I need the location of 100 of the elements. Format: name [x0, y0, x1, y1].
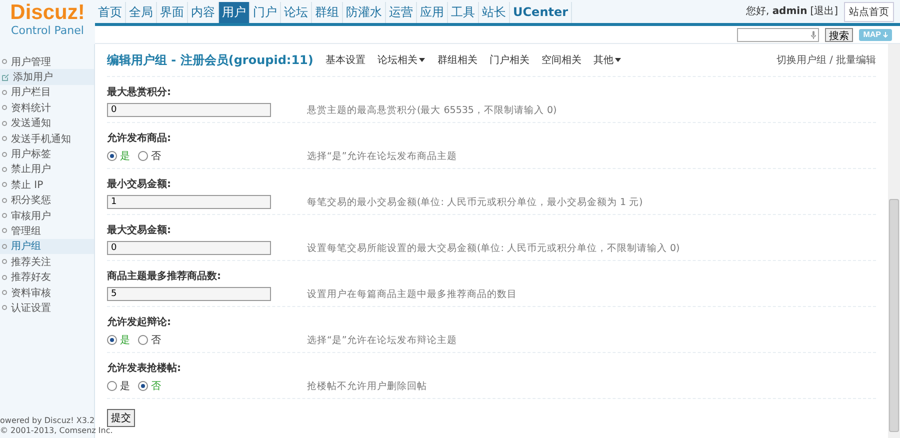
sidebar-item[interactable]: 用户栏目: [0, 84, 94, 100]
sidebar-item[interactable]: 资料审核: [0, 284, 94, 300]
greeting-text: 您好, admin: [746, 5, 808, 18]
bullet-icon: [2, 198, 7, 203]
section-tab[interactable]: 基本设置: [325, 53, 366, 67]
radio-option[interactable]: 否: [138, 333, 161, 347]
bullet-icon: [2, 120, 7, 126]
radio-button[interactable]: [107, 151, 117, 161]
setting-hint: 选择“是”允许在论坛发布辩论主题: [307, 334, 458, 346]
page-title: 编辑用户组 - 注册会员(groupid:11): [107, 52, 314, 68]
submit-button[interactable]: 提交: [107, 409, 135, 427]
microphone-icon: [811, 30, 816, 38]
bullet-icon: [2, 166, 7, 172]
setting-hint: 设置用户在每篇商品主题中最多推荐商品的数目: [307, 288, 518, 300]
radio-label: 是: [120, 380, 130, 393]
sidebar-item[interactable]: 认证设置: [0, 300, 94, 316]
sidebar-item[interactable]: 资料统计: [0, 100, 94, 116]
nav-tab[interactable]: 工具: [448, 2, 479, 23]
sidebar-item[interactable]: 审核用户: [0, 208, 94, 224]
sidebar-item[interactable]: 推荐关注: [0, 254, 94, 270]
bullet-icon: [2, 213, 7, 218]
section-tab[interactable]: 门户相关: [489, 53, 530, 67]
setting-label: 允许发表抢楼帖:: [107, 362, 182, 376]
nav-tab[interactable]: 论坛: [281, 2, 312, 23]
footer-text: © 2001-2013, Comsenz Inc.: [0, 426, 113, 436]
section-tab[interactable]: 其他: [593, 53, 622, 67]
setting-hint: 每笔交易的最小交易金额(单位: 人民币元或积分单位，最小交易金额为 1 元): [307, 196, 644, 208]
bullet-icon: [2, 274, 7, 280]
setting-label: 最小交易金额:: [107, 177, 172, 192]
nav-tab[interactable]: 防灌水: [343, 2, 386, 23]
sidebar-item[interactable]: 用户组: [0, 238, 94, 254]
radio-label: 是: [120, 334, 130, 347]
sidebar-item[interactable]: 添加用户: [0, 69, 94, 85]
radio-label: 否: [151, 380, 161, 393]
logo-subtitle: Control Panel: [11, 24, 84, 37]
text-field[interactable]: 0: [107, 103, 271, 117]
sidebar-item[interactable]: 发送手机通知: [0, 130, 94, 146]
switch-group-link[interactable]: 切换用户组 / 批量编辑: [776, 53, 876, 67]
logout-link[interactable]: [退出]: [810, 4, 838, 18]
radio-label: 否: [151, 334, 161, 347]
section-tab[interactable]: 论坛相关: [377, 53, 426, 67]
setting-label: 最大悬赏积分:: [107, 86, 172, 100]
edit-icon: [2, 74, 9, 81]
text-field[interactable]: 0: [107, 241, 271, 255]
radio-button[interactable]: [107, 335, 117, 345]
footer-text: owered by Discuz! X3.2: [0, 416, 95, 426]
bullet-icon: [2, 182, 7, 188]
bullet-icon: [2, 244, 7, 249]
search-field[interactable]: [737, 28, 820, 42]
sidebar-item[interactable]: 积分奖惩: [0, 192, 94, 208]
radio-option[interactable]: 否: [138, 149, 161, 163]
nav-tab[interactable]: 运营: [386, 2, 417, 23]
radio-option[interactable]: 是: [107, 379, 130, 393]
nav-tab[interactable]: UCenter: [510, 2, 572, 23]
sidebar-item[interactable]: 禁止用户: [0, 162, 94, 178]
section-tab[interactable]: 空间相关: [541, 53, 582, 67]
logo-title: Discuz!: [10, 2, 85, 24]
nav-tab[interactable]: 界面: [157, 2, 188, 23]
sidebar-item[interactable]: 发送通知: [0, 116, 94, 131]
sidebar-item[interactable]: 管理组: [0, 223, 94, 239]
section-tab[interactable]: 群组相关: [437, 53, 478, 67]
sidebar-item[interactable]: 用户标签: [0, 146, 94, 162]
scrollbar[interactable]: [888, 44, 900, 438]
setting-hint: 悬赏主题的最高悬赏积分(最大 65535，不限制请输入 0): [307, 104, 558, 116]
nav-tab[interactable]: 站长: [479, 2, 510, 23]
bullet-icon: [2, 105, 7, 110]
sidebar-item[interactable]: 推荐好友: [0, 269, 94, 285]
nav-tab[interactable]: 全局: [126, 2, 157, 23]
radio-button[interactable]: [138, 381, 148, 391]
caret-icon: [615, 58, 622, 62]
setting-hint: 选择“是”允许在论坛发布商品主题: [307, 150, 458, 162]
radio-button[interactable]: [107, 381, 117, 391]
radio-label: 否: [151, 150, 161, 163]
sidebar-item[interactable]: 禁止 IP: [0, 177, 94, 193]
text-field[interactable]: 1: [107, 195, 271, 209]
setting-label: 最大交易金额:: [107, 223, 172, 238]
setting-label: 商品主题最多推荐商品数:: [107, 269, 222, 284]
nav-tab[interactable]: 用户: [219, 2, 250, 23]
caret-icon: [419, 58, 426, 62]
setting-hint: 抢楼帖不允许用户删除回帖: [307, 380, 428, 392]
site-home-button[interactable]: 站点首页: [844, 2, 894, 22]
bullet-icon: [2, 305, 7, 310]
nav-tab[interactable]: 门户: [250, 2, 281, 23]
setting-hint: 设置每笔交易所能设置的最大交易金额(单位: 人民币元或积分单位，不限制请输入 0): [307, 242, 681, 254]
nav-tab[interactable]: 应用: [417, 2, 448, 23]
sidebar-item[interactable]: 用户管理: [0, 54, 94, 70]
bullet-icon: [2, 90, 7, 95]
setting-label: 允许发起辩论:: [107, 315, 172, 330]
bullet-icon: [2, 59, 7, 64]
radio-label: 是: [120, 150, 130, 163]
bullet-icon: [2, 290, 7, 296]
bullet-icon: [2, 136, 7, 142]
radio-button[interactable]: [138, 335, 148, 345]
search-button[interactable]: 搜索: [825, 28, 854, 42]
down-arrow-icon: [883, 32, 888, 38]
nav-tab[interactable]: 首页: [95, 2, 126, 23]
text-field[interactable]: 5: [107, 287, 271, 301]
nav-tab[interactable]: 群组: [312, 2, 343, 23]
radio-button[interactable]: [138, 151, 148, 161]
setting-label: 允许发布商品:: [107, 131, 172, 146]
